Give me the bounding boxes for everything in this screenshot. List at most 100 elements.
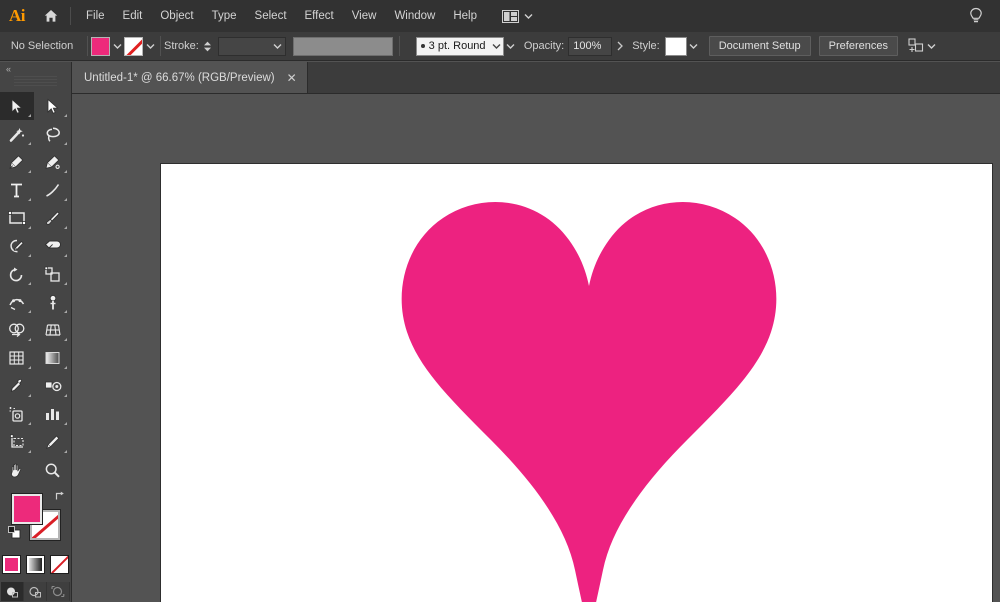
menu-item-view[interactable]: View — [343, 5, 386, 27]
panel-drag-handle[interactable] — [14, 76, 57, 88]
preferences-button[interactable]: Preferences — [818, 36, 898, 56]
menu-item-window[interactable]: Window — [385, 5, 444, 27]
shaper-pencil-tool[interactable] — [0, 232, 34, 260]
artboard-tool[interactable] — [0, 428, 34, 456]
fill-color-swatch[interactable] — [11, 493, 43, 525]
perspective-grid-tool[interactable] — [36, 316, 70, 344]
default-fill-stroke-icon[interactable] — [8, 526, 21, 539]
control-divider — [87, 36, 88, 56]
document-setup-button[interactable]: Document Setup — [708, 36, 811, 56]
draw-normal-icon[interactable] — [1, 582, 24, 601]
slice-tool[interactable] — [36, 428, 70, 456]
fill-swatch[interactable] — [91, 36, 110, 56]
rectangle-tool[interactable] — [0, 204, 34, 232]
double-chevron-left-icon[interactable]: « — [0, 62, 71, 75]
brush-definition-chevron-down-icon[interactable] — [504, 37, 518, 56]
line-segment-tool[interactable] — [36, 176, 70, 204]
menu-item-edit[interactable]: Edit — [114, 5, 152, 27]
menu-item-file[interactable]: File — [77, 5, 114, 27]
menu-item-select[interactable]: Select — [246, 5, 296, 27]
symbol-sprayer-tool[interactable] — [0, 400, 34, 428]
color-swatch-icon[interactable] — [2, 555, 21, 574]
menu-divider — [70, 7, 71, 25]
control-divider — [398, 36, 400, 56]
canvas-area[interactable] — [72, 94, 1000, 602]
stroke-swatch[interactable] — [124, 36, 143, 56]
none-swatch-icon[interactable] — [50, 555, 69, 574]
graphic-style-swatch[interactable] — [664, 36, 687, 56]
stroke-chevron-down-icon[interactable] — [143, 37, 157, 56]
stepper-down-icon — [203, 47, 211, 51]
swap-fill-stroke-icon[interactable] — [54, 490, 66, 502]
chevron-down-icon — [524, 14, 533, 19]
menu-item-object[interactable]: Object — [151, 5, 202, 27]
fill-chevron-down-icon[interactable] — [110, 37, 124, 56]
opacity-input[interactable]: 100% — [568, 36, 613, 56]
paintbrush-tool[interactable] — [36, 204, 70, 232]
fill-stroke-control — [0, 490, 72, 552]
brush-preview-icon — [420, 44, 425, 48]
hand-tool[interactable] — [0, 456, 34, 484]
stroke-weight-chevron-down-icon[interactable] — [271, 37, 285, 56]
width-warp-tool[interactable] — [0, 288, 34, 316]
type-tool[interactable] — [0, 176, 34, 204]
document-tab-bar: Untitled-1* @ 66.67% (RGB/Preview) ✕ — [72, 62, 1000, 94]
eyedropper-tool[interactable] — [0, 372, 34, 400]
brush-definition-dropdown[interactable]: 3 pt. Round — [415, 36, 504, 56]
menu-item-effect[interactable]: Effect — [296, 5, 343, 27]
illustrator-window: Ai File Edit Object Type Select Effect V… — [0, 0, 1000, 602]
brush-definition-label: 3 pt. Round — [428, 40, 486, 52]
app-logo: Ai — [9, 6, 26, 25]
drawing-mode-buttons — [0, 582, 71, 601]
pen-tool[interactable] — [0, 148, 34, 176]
align-objects-button[interactable] — [908, 38, 936, 54]
search-lightbulb-icon[interactable] — [968, 0, 984, 32]
arrange-documents-button[interactable] — [498, 5, 537, 27]
free-transform-tool[interactable] — [36, 288, 70, 316]
eraser-tool[interactable] — [36, 232, 70, 260]
column-graph-tool[interactable] — [36, 400, 70, 428]
shape-builder-tool[interactable] — [0, 316, 34, 344]
control-bar: No Selection Stroke: 3 pt. Round Opacity… — [0, 32, 1000, 61]
heart-shape[interactable] — [161, 164, 992, 602]
arrange-documents-icon — [502, 9, 519, 23]
align-objects-icon — [908, 38, 924, 52]
lasso-tool[interactable] — [36, 120, 70, 148]
selection-status-label: No Selection — [10, 40, 74, 52]
direct-selection-tool[interactable] — [36, 92, 70, 120]
gradient-tool[interactable] — [36, 344, 70, 372]
curvature-tool[interactable] — [36, 148, 70, 176]
stroke-weight-label: Stroke: — [164, 40, 199, 52]
gradient-swatch-icon[interactable] — [26, 555, 45, 574]
selection-tool[interactable] — [0, 92, 34, 120]
document-tab-title: Untitled-1* @ 66.67% (RGB/Preview) — [84, 71, 275, 84]
draw-behind-icon[interactable] — [24, 582, 47, 601]
stepper-up-icon — [203, 41, 211, 45]
tools-panel: « — [0, 62, 72, 602]
tool-grid — [0, 90, 71, 484]
style-label: Style: — [632, 40, 660, 52]
scale-tool[interactable] — [36, 260, 70, 288]
align-chevron-down-icon — [927, 44, 936, 49]
blend-tool[interactable] — [36, 372, 70, 400]
document-tab[interactable]: Untitled-1* @ 66.67% (RGB/Preview) ✕ — [72, 62, 308, 93]
menu-bar: Ai File Edit Object Type Select Effect V… — [0, 0, 1000, 32]
rotate-tool[interactable] — [0, 260, 34, 288]
stroke-weight-stepper[interactable] — [202, 37, 213, 56]
variable-width-profile-dropdown[interactable] — [292, 36, 393, 56]
menu-item-help[interactable]: Help — [444, 5, 486, 27]
zoom-tool[interactable] — [36, 456, 70, 484]
stroke-weight-input[interactable] — [217, 36, 286, 56]
control-divider — [160, 36, 161, 56]
magic-wand-tool[interactable] — [0, 120, 34, 148]
mesh-tool[interactable] — [0, 344, 34, 372]
style-chevron-down-icon[interactable] — [687, 37, 701, 56]
home-icon[interactable] — [34, 0, 68, 32]
brush-chevron-down-icon[interactable] — [490, 37, 503, 56]
color-mode-buttons — [0, 555, 71, 574]
opacity-flyout-arrow-icon[interactable] — [612, 37, 628, 56]
draw-inside-icon[interactable] — [47, 582, 70, 601]
menu-item-type[interactable]: Type — [203, 5, 246, 27]
close-icon[interactable]: ✕ — [287, 72, 297, 84]
artboard[interactable] — [161, 164, 992, 602]
